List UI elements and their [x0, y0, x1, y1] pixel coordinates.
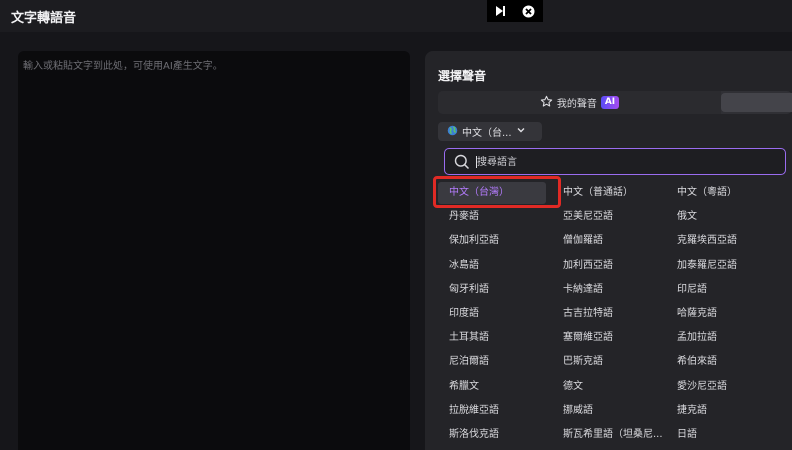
- language-option[interactable]: 匈牙利語: [438, 279, 550, 301]
- language-option[interactable]: 中文（普通話）: [552, 182, 664, 204]
- player-controls: [487, 0, 543, 22]
- ai-badge: AI: [600, 96, 620, 109]
- language-dropdown[interactable]: 中文（台...: [438, 122, 542, 141]
- app-title: 文字轉語音: [11, 11, 77, 26]
- text-input-panel: [18, 51, 410, 450]
- language-option[interactable]: 保加利亞語: [438, 230, 550, 252]
- language-option[interactable]: 巴斯克語: [552, 351, 664, 373]
- language-option[interactable]: 中文（粵語）: [666, 182, 778, 204]
- language-option[interactable]: 哈薩克語: [666, 303, 778, 325]
- language-option[interactable]: 印度語: [438, 303, 550, 325]
- close-circle-icon[interactable]: [522, 5, 535, 18]
- language-search-input[interactable]: [477, 153, 777, 171]
- language-option[interactable]: 日語: [666, 424, 778, 446]
- language-list: 中文（台灣） 中文（普通話） 中文（粵語） 丹麥語 亞美尼亞語 俄文保加利亞語 僧伽羅語 克羅…: [438, 181, 781, 450]
- language-option[interactable]: 斯洛伐克語: [438, 424, 550, 446]
- language-option[interactable]: 愛沙尼亞語: [666, 376, 778, 398]
- language-option[interactable]: 德文: [552, 376, 664, 398]
- language-option[interactable]: 冰島語: [438, 255, 550, 277]
- tab-my-voice-label: 我的聲音: [556, 99, 597, 110]
- tab-other[interactable]: [721, 93, 792, 112]
- language-option[interactable]: 拉脫維亞語: [438, 400, 550, 422]
- language-option[interactable]: 中文（台灣）: [438, 182, 546, 204]
- language-option[interactable]: 捷克語: [666, 400, 778, 422]
- language-option[interactable]: 加利西亞語: [552, 255, 664, 277]
- title-bar: 文字轉語音: [0, 0, 792, 32]
- language-option[interactable]: 僧伽羅語: [552, 230, 664, 252]
- language-option[interactable]: 希臘文: [438, 376, 550, 398]
- language-option[interactable]: 土耳其語: [438, 327, 550, 349]
- globe-icon: [447, 125, 458, 139]
- language-option[interactable]: 克羅埃西亞語: [666, 230, 778, 252]
- language-option[interactable]: 希伯來語: [666, 351, 778, 373]
- skip-icon[interactable]: [495, 5, 507, 17]
- voice-select-panel: 選擇聲音 我的聲音 AI 中文（台... 搜尋語言 中文（台灣） 中文（普通話）…: [425, 51, 792, 450]
- language-search-box[interactable]: [444, 148, 786, 175]
- language-option[interactable]: 孟加拉語: [666, 327, 778, 349]
- language-option[interactable]: 挪威語: [552, 400, 664, 422]
- panel-title: 選擇聲音: [438, 69, 487, 83]
- language-option[interactable]: 卡納達語: [552, 279, 664, 301]
- language-option[interactable]: 加泰羅尼亞語: [666, 255, 778, 277]
- language-option[interactable]: 俄文: [666, 206, 778, 228]
- language-dropdown-value: 中文（台...: [462, 128, 512, 139]
- text-input[interactable]: [23, 57, 403, 437]
- language-option[interactable]: 丹麥語: [438, 206, 550, 228]
- voice-tabs: 我的聲音 AI: [438, 91, 792, 114]
- language-option[interactable]: 印尼語: [666, 279, 778, 301]
- language-option[interactable]: 亞美尼亞語: [552, 206, 664, 228]
- tab-my-voice[interactable]: 我的聲音 AI: [438, 91, 721, 114]
- language-option[interactable]: 尼泊爾語: [438, 351, 550, 373]
- star-icon: [540, 95, 553, 111]
- chevron-down-icon: [516, 125, 526, 138]
- language-option[interactable]: 斯瓦希里語（坦桑尼...: [552, 424, 664, 446]
- language-option[interactable]: 古吉拉特語: [552, 303, 664, 325]
- language-option[interactable]: 塞爾維亞語: [552, 327, 664, 349]
